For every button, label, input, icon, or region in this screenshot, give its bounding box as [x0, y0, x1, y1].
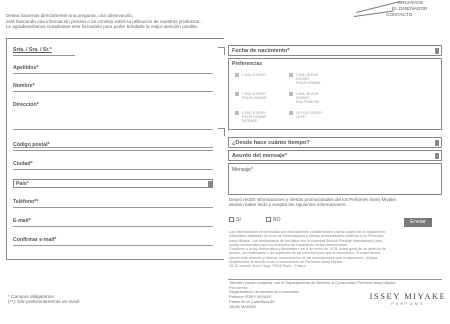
telefono-underline [13, 207, 213, 208]
top-nav: ARCHIVOS EL DISEÑADOR CONTACTO [360, 1, 448, 19]
message-label: Mensaje* [232, 167, 253, 173]
pref-line: POUR HOMME [242, 96, 267, 101]
submit-button[interactable]: Enviar [404, 218, 432, 227]
legal-line: 28-32 avenue Victor Hugo 75016 Paris – F… [229, 264, 308, 269]
codigo-postal-underline [13, 150, 213, 151]
legal-text: Las informaciones recolectadas son estri… [229, 230, 441, 269]
personal-data-panel: Srta. / Sra. / Sr.* Apellidos* Nombre* D… [6, 38, 224, 260]
telefono-field[interactable]: Teléfono** [13, 199, 213, 208]
confirm-email-label: Confirmar e-mail* [13, 237, 57, 243]
ciudad-label: Ciudad* [13, 161, 33, 167]
pref-line: EAU FRAÎCHE [296, 100, 320, 105]
no-label: NO [273, 217, 281, 223]
subject-label: Asunto del mensaje* [232, 153, 288, 159]
birthdate-dropdown-icon [435, 48, 439, 54]
nombre-label: Nombre* [13, 83, 35, 89]
pref-line: L'EAU D'ISSEY [242, 73, 267, 77]
preferences-title: Preferencias [232, 61, 263, 67]
email-underline [13, 226, 213, 227]
footnotes: * Campos obligatorios (**): Dar preferen… [8, 294, 79, 305]
birthdate-label: Fecha de nacimiento* [232, 48, 290, 54]
pais-select[interactable]: País* [13, 179, 213, 188]
pref-line: POUR HOMME [296, 81, 321, 86]
confirm-email-field[interactable]: Confirmar e-mail* [13, 237, 213, 246]
since-when-dropdown-icon [435, 140, 439, 146]
codigo-postal-label: Código postal* [13, 142, 50, 148]
direccion-label: Dirección* [13, 102, 39, 108]
email-field[interactable]: E-mail* [13, 218, 213, 227]
consent-text: Deseo recibir informaciones y ofertas pr… [229, 197, 439, 207]
intro-line-3: Le agradeceríamos completase este formul… [6, 24, 199, 30]
message-textarea[interactable]: Mensaje* [228, 163, 442, 195]
nombre-underline [13, 91, 213, 92]
subject-select[interactable]: Asunto del mensaje* [228, 150, 442, 161]
direccion-underline-1 [13, 129, 213, 130]
brand-logo: ISSEY MIYAKE PARFUMS [368, 292, 448, 306]
ciudad-field[interactable]: Ciudad* [13, 161, 213, 170]
no-checkbox[interactable] [266, 217, 271, 223]
consent-yes[interactable]: SI [229, 217, 241, 223]
pais-label: País* [16, 181, 29, 187]
subject-dropdown-icon [435, 153, 439, 159]
pref-checkbox[interactable] [235, 92, 239, 96]
footnote-phone: (**): Dar preferentemente un móvil [8, 299, 80, 305]
brand-sub: PARFUMS [391, 302, 425, 306]
pref-checkbox[interactable] [235, 73, 239, 77]
pref-line: LIGHT [296, 115, 307, 120]
connector-bracket-2 [218, 128, 225, 136]
preferences-panel: Preferencias L'EAU D'ISSEY L'EAU BLEUE D… [228, 58, 442, 130]
telefono-label: Teléfono** [13, 199, 39, 205]
apellidos-label: Apellidos* [13, 65, 39, 71]
pref-checkbox[interactable] [289, 92, 293, 96]
pref-checkbox[interactable] [289, 73, 293, 77]
direccion-field[interactable]: Dirección* [13, 102, 213, 148]
nombre-field[interactable]: Nombre* [13, 83, 213, 92]
email-label: E-mail* [13, 218, 31, 224]
since-when-label: ¿Desde hace cuánto tiempo? [232, 140, 310, 146]
pref-line: INTENSE [242, 119, 258, 124]
contact-line: También puede contactar con el Departame… [229, 280, 396, 285]
confirm-email-underline [13, 245, 213, 246]
yes-label: SI [236, 217, 241, 223]
title-field[interactable]: Srta. / Sra. / Sr.* [13, 47, 213, 56]
codigo-postal-field[interactable]: Código postal* [13, 142, 213, 151]
pais-dropdown-icon [208, 181, 212, 187]
pref-checkbox[interactable] [289, 111, 293, 115]
intro-text: Desea hacernos directamente una pregunta… [6, 13, 276, 30]
title-underline [13, 55, 75, 56]
consent-no[interactable]: NO [266, 217, 281, 223]
title-label: Srta. / Sra. / Sr.* [13, 47, 52, 53]
brand-name: ISSEY MIYAKE [369, 292, 447, 301]
apellidos-underline [13, 73, 213, 74]
pref-checkbox[interactable] [235, 111, 239, 115]
yes-checkbox[interactable] [229, 217, 234, 223]
birthdate-select[interactable]: Fecha de nacimiento* [228, 45, 442, 56]
apellidos-field[interactable]: Apellidos* [13, 65, 213, 74]
connector-bracket-1 [218, 47, 225, 55]
ciudad-underline [13, 169, 213, 170]
consent-line-2: declaro haber leído y aceptar las siguie… [229, 202, 347, 208]
since-when-select[interactable]: ¿Desde hace cuánto tiempo? [228, 137, 442, 148]
